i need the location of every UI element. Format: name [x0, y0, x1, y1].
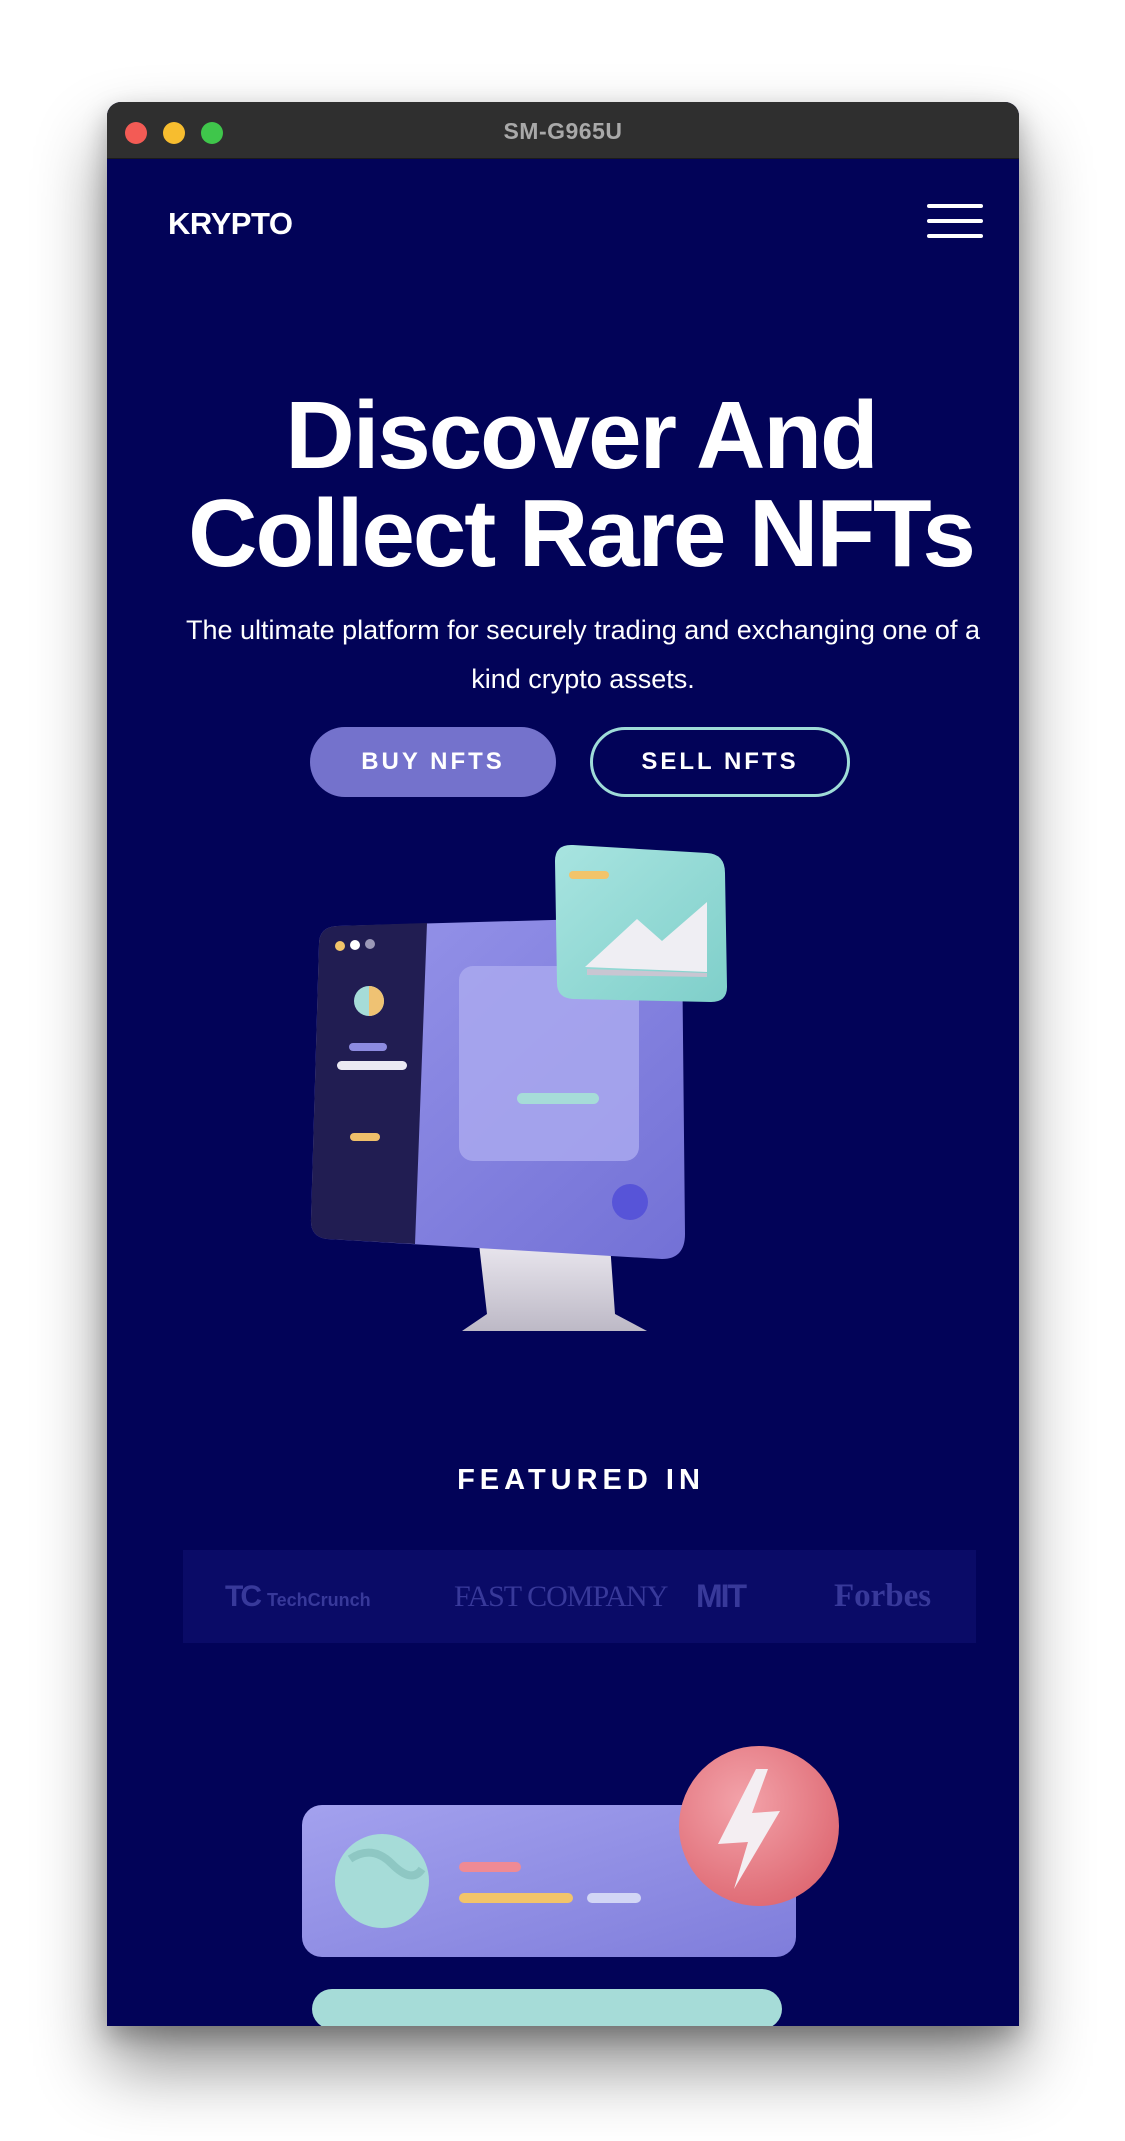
page-viewport: KRYPTO Discover And Collect Rare NFTs Th…	[107, 159, 1019, 2026]
techcrunch-logo: TC TechCrunch	[225, 1580, 371, 1613]
browser-window: SM-G965U KRYPTO Discover And Collect Rar…	[107, 102, 1019, 2026]
hero-title-line-1: Discover And	[285, 382, 878, 489]
forbes-logo: Forbes	[834, 1578, 932, 1614]
hero-title: Discover And Collect Rare NFTs	[107, 387, 1019, 583]
sell-nfts-button[interactable]: SELL NFTS	[590, 727, 850, 797]
mit-logo: MIT	[696, 1578, 747, 1614]
window-title: SM-G965U	[503, 118, 623, 144]
site-logo[interactable]: KRYPTO	[168, 206, 293, 242]
fast-company-logo: FAST COMPANY	[454, 1580, 668, 1613]
hero-subtitle: The ultimate platform for securely tradi…	[186, 615, 980, 694]
monitor-illustration	[310, 844, 727, 1331]
crypto-card-illustration	[302, 1746, 839, 2026]
window-titlebar: SM-G965U	[107, 102, 1019, 159]
hamburger-menu-icon[interactable]	[927, 204, 983, 240]
featured-in-heading: FEATURED IN	[457, 1464, 705, 1496]
featured-logos-strip: TC TechCrunch FAST COMPANY MIT Forbes	[183, 1550, 976, 1643]
buy-nfts-button[interactable]: BUY NFTS	[310, 727, 556, 797]
hero-title-line-2: Collect Rare NFTs	[188, 480, 976, 587]
